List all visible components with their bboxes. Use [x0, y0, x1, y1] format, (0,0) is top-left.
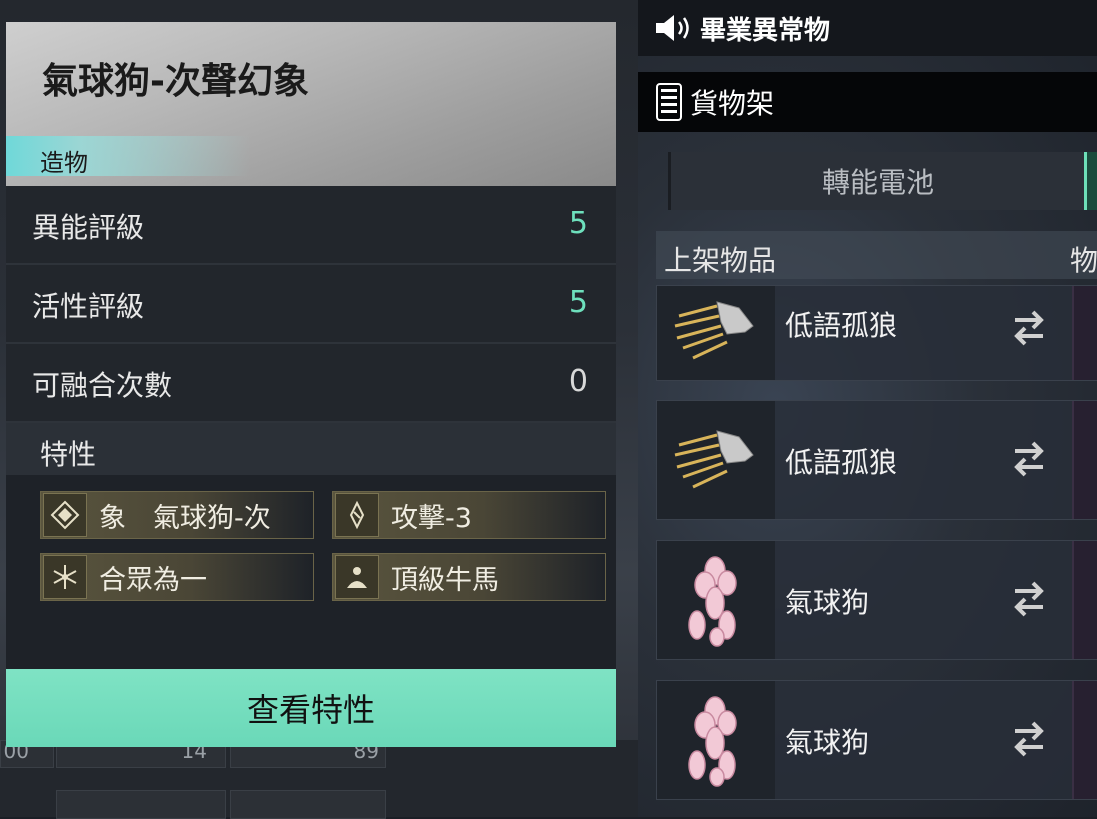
- item-slot[interactable]: [1072, 401, 1097, 519]
- diamond-rune-icon: [43, 493, 87, 537]
- pink-balloon-dog-icon: [657, 541, 775, 659]
- shelf-item-row[interactable]: 氣球狗: [656, 540, 1097, 660]
- trait-chip[interactable]: 頂級牛馬: [332, 553, 606, 601]
- column-listed-items: 上架物品: [664, 244, 777, 277]
- item-slot[interactable]: [1072, 681, 1097, 799]
- traits-header: 特性: [6, 423, 616, 475]
- item-name: 氣球狗: [785, 726, 870, 759]
- type-band: [6, 136, 616, 176]
- stat-value: 5: [568, 206, 588, 241]
- trait-name: 攻擊-3: [391, 502, 472, 534]
- column-goods: 物: [1070, 244, 1097, 277]
- shelf-column-header: 上架物品 物: [656, 231, 1097, 279]
- golden-wolf-head-icon: [657, 286, 775, 380]
- shelf-item-row[interactable]: 低語孤狼: [656, 285, 1097, 381]
- shelf-item-row[interactable]: 低語孤狼: [656, 400, 1097, 520]
- stat-row: 可融合次數 0: [6, 344, 616, 423]
- sword-rune-icon: [335, 493, 379, 537]
- trait-name: 象 氣球狗-次: [99, 502, 271, 534]
- tab-next[interactable]: [1084, 152, 1097, 210]
- trait-name: 合眾為一: [99, 564, 207, 596]
- speaker-icon[interactable]: [654, 13, 694, 43]
- item-detail-card: 氣球狗-次聲幻象 造物 異能評級 5 活性評級 5 可融合次數 0 特性 象 氣…: [6, 22, 616, 747]
- inventory-cell[interactable]: [230, 790, 386, 819]
- view-traits-button[interactable]: 查看特性: [6, 669, 616, 747]
- worker-icon: [335, 555, 379, 599]
- stat-value: 5: [568, 285, 588, 320]
- shelf-label: 貨物架: [690, 87, 775, 120]
- stat-row: 活性評級 5: [6, 265, 616, 344]
- shelf-bar: 貨物架: [638, 72, 1097, 132]
- stat-label: 活性評級: [32, 290, 145, 323]
- swap-icon[interactable]: [1009, 433, 1049, 483]
- snowflake-icon: [43, 555, 87, 599]
- swap-icon[interactable]: [1009, 573, 1049, 623]
- shelf-icon: [656, 83, 682, 121]
- item-slot[interactable]: [1072, 541, 1097, 659]
- swap-icon[interactable]: [1009, 302, 1049, 352]
- traits-grid: 象 氣球狗-次 攻擊-3 合眾為一 頂級牛馬: [6, 475, 616, 669]
- stat-label: 可融合次數: [32, 369, 173, 402]
- item-name: 低語孤狼: [785, 309, 898, 342]
- game-title: 畢業異常物: [700, 15, 831, 46]
- golden-wolf-head-icon: [657, 401, 775, 519]
- stat-value: 0: [568, 364, 588, 399]
- trait-chip[interactable]: 象 氣球狗-次: [40, 491, 314, 539]
- detail-header: 氣球狗-次聲幻象 造物: [6, 22, 616, 186]
- detail-type: 造物: [40, 149, 88, 177]
- item-name: 低語孤狼: [785, 446, 898, 479]
- trait-chip[interactable]: 合眾為一: [40, 553, 314, 601]
- shelf-item-row[interactable]: 氣球狗: [656, 680, 1097, 800]
- item-slot[interactable]: [1072, 286, 1097, 380]
- trait-name: 頂級牛馬: [391, 564, 499, 596]
- view-traits-label: 查看特性: [246, 691, 375, 729]
- stat-label: 異能評級: [32, 211, 145, 244]
- swap-icon[interactable]: [1009, 713, 1049, 763]
- detail-title: 氣球狗-次聲幻象: [42, 61, 309, 102]
- trait-chip[interactable]: 攻擊-3: [332, 491, 606, 539]
- item-name: 氣球狗: [785, 586, 870, 619]
- inventory-cell[interactable]: [56, 790, 226, 819]
- tab-battery-label: 轉能電池: [821, 166, 934, 199]
- traits-label: 特性: [40, 438, 97, 471]
- game-header: 畢業異常物: [638, 0, 1097, 56]
- tab-battery[interactable]: 轉能電池: [668, 152, 1085, 210]
- pink-balloon-dog-icon: [657, 681, 775, 799]
- stat-row: 異能評級 5: [6, 186, 616, 265]
